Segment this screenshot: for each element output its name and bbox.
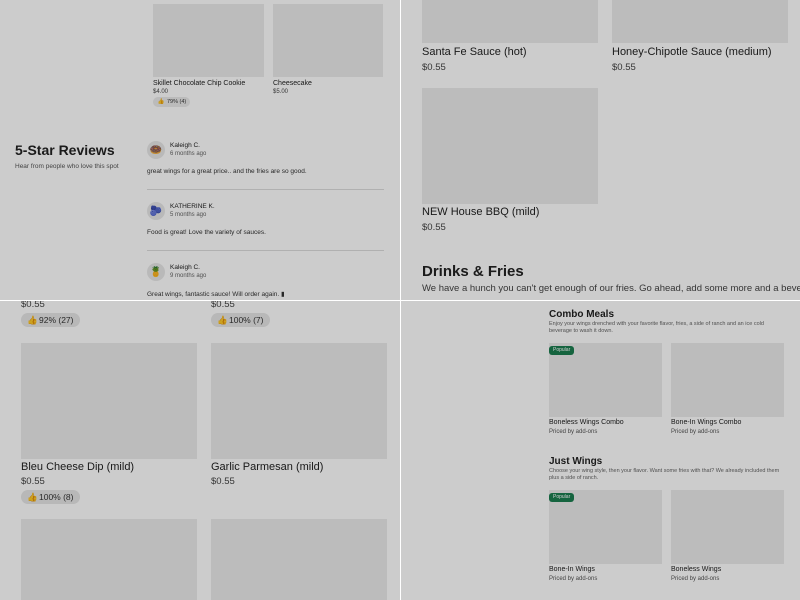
review-time: 6 months ago — [170, 151, 207, 157]
product-name[interactable]: Boneless Wings — [671, 566, 721, 573]
product-name[interactable]: Boneless Wings Combo — [549, 419, 624, 426]
rating-badge: 👍 79% (4) — [153, 97, 191, 107]
product-name[interactable]: Garlic Parmesan (mild) — [211, 461, 323, 473]
reviews-title: 5-Star Reviews — [15, 142, 115, 158]
product-image[interactable] — [671, 490, 784, 564]
rating-text: 100% (7) — [229, 315, 264, 325]
product-image[interactable] — [422, 0, 598, 43]
product-price: $0.55 — [21, 476, 45, 487]
product-price: $0.55 — [422, 62, 446, 73]
category-title: Just Wings — [549, 456, 603, 467]
product-name[interactable]: NEW House BBQ (mild) — [422, 206, 539, 218]
product-image[interactable] — [153, 4, 264, 77]
product-name[interactable]: Bone-In Wings — [549, 566, 595, 573]
product-price: Priced by add-ons — [671, 576, 720, 582]
rating-badge: 👍 100% (8) — [21, 490, 80, 504]
review-text: Food is great! Love the variety of sauce… — [147, 229, 266, 236]
quadrant-menu: Combo Meals Enjoy your wings drenched wi… — [401, 301, 800, 600]
product-name[interactable]: Skillet Chocolate Chip Cookie — [153, 80, 245, 87]
avatar: 🍩 — [147, 141, 165, 159]
product-price: $4.00 — [153, 89, 169, 95]
product-price: $0.55 — [211, 301, 235, 310]
product-price: Priced by add-ons — [549, 576, 598, 582]
quadrant-reviews: Skillet Chocolate Chip Cookie $4.00 👍 79… — [0, 0, 400, 300]
avatar: 🫐 — [147, 202, 165, 220]
rating-text: 92% (27) — [39, 315, 74, 325]
product-image[interactable] — [273, 4, 383, 77]
section-title: Drinks & Fries — [422, 263, 524, 280]
category-description: Choose your wing style, then your flavor… — [549, 468, 780, 481]
thumbs-up-icon: 👍 — [27, 492, 38, 502]
product-image[interactable] — [211, 519, 387, 600]
section-description: We have a hunch you can't get enough of … — [422, 283, 800, 294]
rating-text: 79% (4) — [167, 99, 187, 105]
reviewer-name: KATHERINE K. — [170, 203, 215, 210]
product-price: $0.55 — [21, 301, 45, 310]
horizontal-divider — [0, 300, 800, 301]
product-name[interactable]: Cheesecake — [273, 80, 312, 87]
quadrant-sauces: Santa Fe Sauce (hot) $0.55 Honey-Chipotl… — [401, 0, 800, 300]
rating-badge: 👍 92% (27) — [21, 313, 80, 327]
product-price: $0.55 — [211, 476, 235, 487]
product-price: $5.00 — [273, 89, 289, 95]
product-image[interactable] — [21, 343, 197, 459]
review-time: 5 months ago — [170, 212, 207, 218]
avatar: 🍍 — [147, 263, 165, 281]
category-description: Enjoy your wings drenched with your favo… — [549, 321, 764, 334]
product-image[interactable] — [21, 519, 197, 600]
product-image[interactable] — [612, 0, 788, 43]
product-name[interactable]: Santa Fe Sauce (hot) — [422, 46, 527, 58]
rating-badge: 👍 100% (7) — [211, 313, 270, 327]
thumbs-up-icon: 👍 — [27, 315, 38, 325]
product-price: $0.55 — [612, 62, 636, 73]
review-text: Great wings, fantastic sauce! Will order… — [147, 291, 285, 298]
product-name[interactable]: Bone-In Wings Combo — [671, 419, 741, 426]
divider — [147, 189, 384, 190]
popular-badge: Popular — [549, 346, 575, 355]
product-price: Priced by add-ons — [549, 429, 598, 435]
quadrant-dips: $0.55 👍 92% (27) $0.55 👍 100% (7) Bleu C… — [0, 301, 400, 600]
thumbs-up-icon: 👍 — [157, 99, 165, 105]
divider — [147, 250, 384, 251]
product-image[interactable] — [211, 343, 387, 459]
product-name[interactable]: Bleu Cheese Dip (mild) — [21, 461, 134, 473]
product-price: $0.55 — [422, 222, 446, 233]
reviewer-name: Kaleigh C. — [170, 264, 200, 271]
category-title: Combo Meals — [549, 309, 615, 320]
popular-badge: Popular — [549, 493, 575, 502]
reviews-subtitle: Hear from people who love this spot — [15, 163, 119, 170]
reviewer-name: Kaleigh C. — [170, 142, 200, 149]
product-image[interactable] — [422, 88, 598, 204]
review-text: great wings for a great price.. and the … — [147, 168, 307, 175]
rating-text: 100% (8) — [39, 492, 74, 502]
review-time: 9 months ago — [170, 273, 207, 279]
product-price: Priced by add-ons — [671, 429, 720, 435]
product-image[interactable] — [671, 343, 784, 417]
thumbs-up-icon: 👍 — [217, 315, 228, 325]
product-name[interactable]: Honey-Chipotle Sauce (medium) — [612, 46, 772, 58]
